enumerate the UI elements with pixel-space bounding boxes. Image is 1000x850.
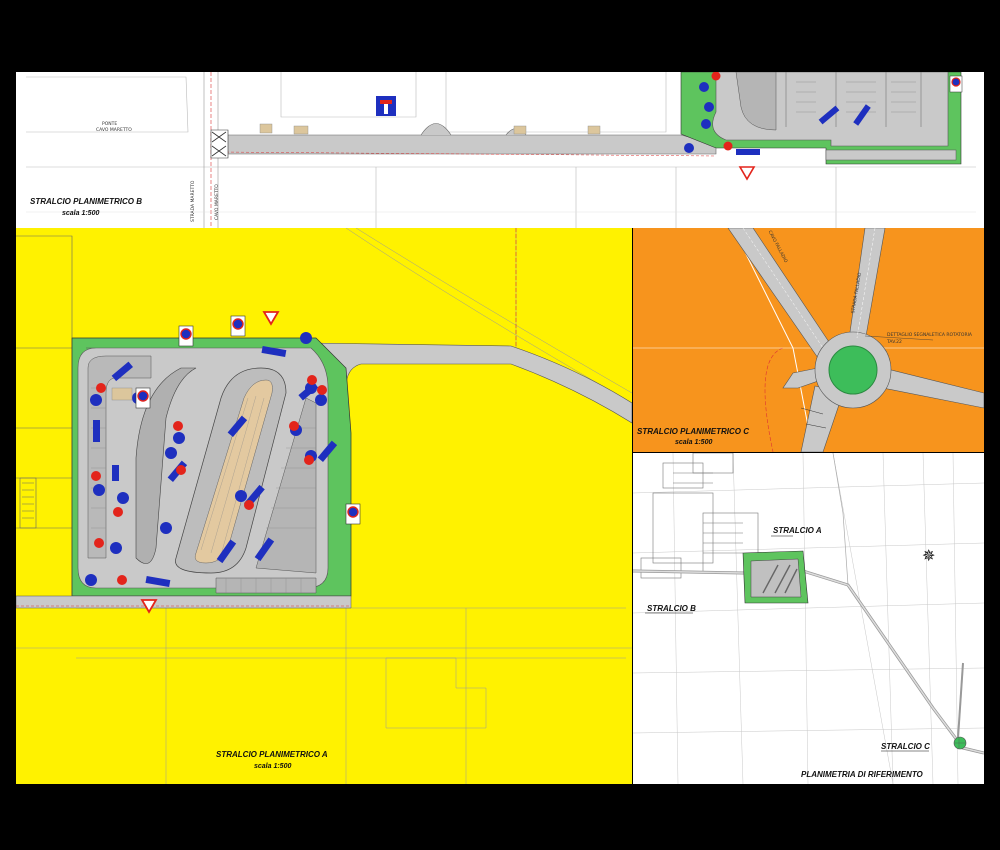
detail-label-2: TAV.22 bbox=[887, 340, 902, 345]
road-b bbox=[220, 134, 717, 155]
reference-label-b: STRALCIO B bbox=[647, 604, 696, 613]
stralcio-b-title: STRALCIO PLANIMETRICO B bbox=[30, 197, 142, 206]
stralcio-a-scale: scala 1:500 bbox=[254, 763, 292, 770]
panel-planimetria-riferimento: ✵ STRALCIO A STRALCIO B STRALCIO C PLANI… bbox=[633, 453, 984, 784]
panel-stralcio-c: CAVO FALLADIO STRADA FALLADIO DETTAGLIO … bbox=[633, 228, 984, 452]
cavo-maretto-label: CAVO MARETTO bbox=[215, 184, 220, 220]
reference-map-drawing bbox=[633, 453, 984, 784]
stralcio-a-title: STRALCIO PLANIMETRICO A bbox=[216, 750, 328, 759]
strada-maretto-label: STRADA MARETTO bbox=[191, 180, 196, 222]
stralcio-c-scale: scala 1:500 bbox=[675, 439, 713, 446]
divider-horizontal bbox=[633, 452, 984, 453]
roundabout-island bbox=[828, 345, 878, 395]
north-arrow-icon: ✵ bbox=[922, 548, 936, 565]
stralcio-c-title: STRALCIO PLANIMETRICO C bbox=[637, 427, 749, 436]
stralcio-b-scale: scala 1:500 bbox=[62, 210, 100, 217]
reference-label-c: STRALCIO C bbox=[881, 742, 930, 751]
detail-label-1: DETTAGLIO SEGNALETICA ROTATORIA bbox=[887, 333, 972, 338]
stralcio-c-drawing bbox=[633, 228, 984, 452]
reference-label-a: STRALCIO A bbox=[773, 526, 822, 535]
road-c-east bbox=[882, 367, 984, 409]
building-blocks bbox=[640, 453, 759, 579]
ponte-label-2: CAVO MARETTO bbox=[96, 128, 132, 133]
reference-title: PLANIMETRIA DI RIFERIMENTO bbox=[801, 770, 923, 779]
stralcio-a-drawing bbox=[16, 228, 632, 784]
access-road-a bbox=[305, 342, 632, 597]
ponte-label-1: PONTE bbox=[102, 122, 118, 127]
dead-end-sign-icon bbox=[376, 96, 396, 116]
panel-stralcio-b: STRALCIO PLANIMETRICO B scala 1:500 PONT… bbox=[16, 72, 984, 228]
divider-vertical bbox=[632, 228, 633, 784]
stralcio-b-drawing bbox=[26, 72, 976, 228]
drawing-sheet: STRALCIO PLANIMETRICO B scala 1:500 PONT… bbox=[16, 72, 984, 784]
panel-stralcio-a: STRALCIO PLANIMETRICO A scala 1:500 bbox=[16, 228, 632, 784]
